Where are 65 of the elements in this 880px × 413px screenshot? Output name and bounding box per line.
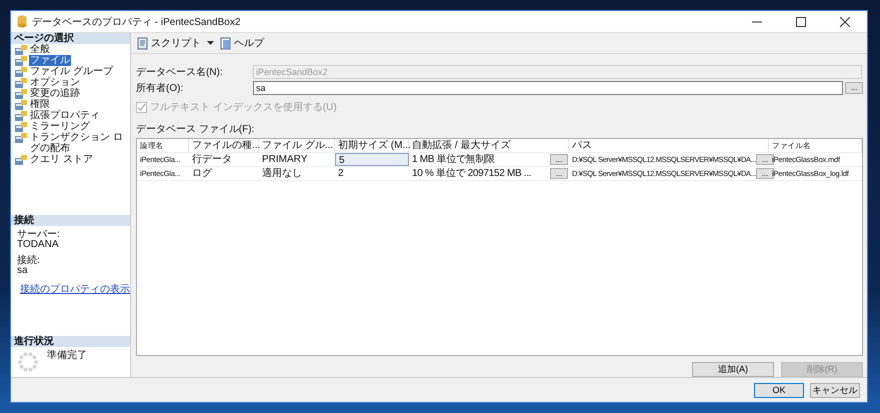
script-icon [136, 36, 149, 50]
page-icon [15, 45, 27, 55]
script-button[interactable]: スクリプト [134, 36, 203, 50]
login-label: 接続: [17, 256, 41, 266]
server-name: TODANA [17, 240, 60, 250]
caret-icon[interactable] [207, 41, 214, 45]
table-cell: 1 MB 単位で無制限 [412, 153, 495, 166]
table-label: データベース ファイル(F): [136, 123, 256, 136]
table-cell-text: PRIMARY [261, 153, 308, 166]
window-title: データベースのプロパティ - iPentecSandBox2 [32, 16, 240, 28]
page-icon [15, 111, 27, 121]
sidebar-item[interactable]: トランザクション ログの配布 [29, 132, 130, 154]
owner-field[interactable]: sa [253, 80, 843, 94]
field-label: 所有者(O): [136, 82, 184, 94]
page-icon [15, 89, 27, 99]
table-cell-text: 適用なし [261, 167, 303, 180]
sidebar-item[interactable]: 全般 [29, 44, 51, 55]
browse-button[interactable]: ... [845, 82, 863, 94]
sidebar-item[interactable]: クエリ ストア [29, 154, 94, 165]
add-button[interactable]: 追加(A) [692, 362, 774, 377]
column-header[interactable]: 初期サイズ (M... [335, 139, 409, 152]
column-header[interactable]: 自動拡張 / 最大サイズ [409, 139, 569, 152]
page-icon [15, 56, 27, 66]
sidebar-item[interactable]: ファイル [29, 55, 71, 66]
page-icon [15, 67, 27, 77]
section-header: 接続 [11, 215, 130, 226]
close-icon[interactable] [840, 16, 850, 26]
browse-button[interactable]: ... [550, 154, 568, 165]
cancel-button[interactable]: キャンセル [810, 382, 860, 398]
sidebar-item[interactable]: 拡張プロパティ [29, 110, 101, 121]
spinner-icon [17, 351, 39, 373]
browse-button[interactable]: ... [756, 168, 774, 179]
sidebar-item[interactable]: ファイル グループ [29, 66, 114, 77]
help-icon [220, 36, 232, 50]
checkbox-label: フルテキスト インデックスを使用する(U) [150, 101, 337, 114]
browse-button[interactable]: ... [550, 168, 568, 179]
login-name: sa [17, 266, 29, 276]
section-header: 進行状況 [11, 336, 130, 347]
table-cell-text: 行データ [191, 153, 233, 166]
sidebar-item[interactable]: オプション [29, 77, 81, 88]
page-icon [15, 122, 27, 132]
database-icon [17, 15, 27, 28]
help-button[interactable]: ヘルプ [218, 36, 266, 50]
sidebar-item[interactable]: 変更の追跡 [29, 88, 81, 99]
page-icon [15, 155, 27, 165]
maximize-icon[interactable] [796, 16, 806, 26]
column-header[interactable]: ファイル グル... [259, 139, 335, 152]
table-cell: 10 % 単位で 2097152 MB ... [412, 167, 532, 180]
browse-button[interactable]: ... [756, 154, 774, 165]
column-header[interactable]: ファイルの種... [189, 139, 259, 152]
size-cell[interactable]: 5 [335, 153, 409, 166]
table-cell-text: ログ [191, 167, 213, 180]
page-icon [15, 100, 27, 110]
page-icon [15, 133, 27, 143]
field-label: データベース名(N): [136, 66, 224, 78]
progress-status: 準備完了 [47, 351, 87, 361]
column-header[interactable]: パス [569, 139, 769, 152]
page-icon [15, 78, 27, 88]
sidebar-item[interactable]: ミラーリング [29, 121, 91, 132]
sidebar-item[interactable]: 権限 [29, 99, 51, 110]
section-header: ページの選択 [11, 33, 130, 44]
properties-link[interactable]: 接続のプロパティの表示 [20, 282, 130, 296]
ok-button[interactable]: OK [754, 382, 804, 398]
size-cell[interactable]: 2 [335, 167, 409, 180]
server-label: サーバー: [17, 230, 61, 240]
